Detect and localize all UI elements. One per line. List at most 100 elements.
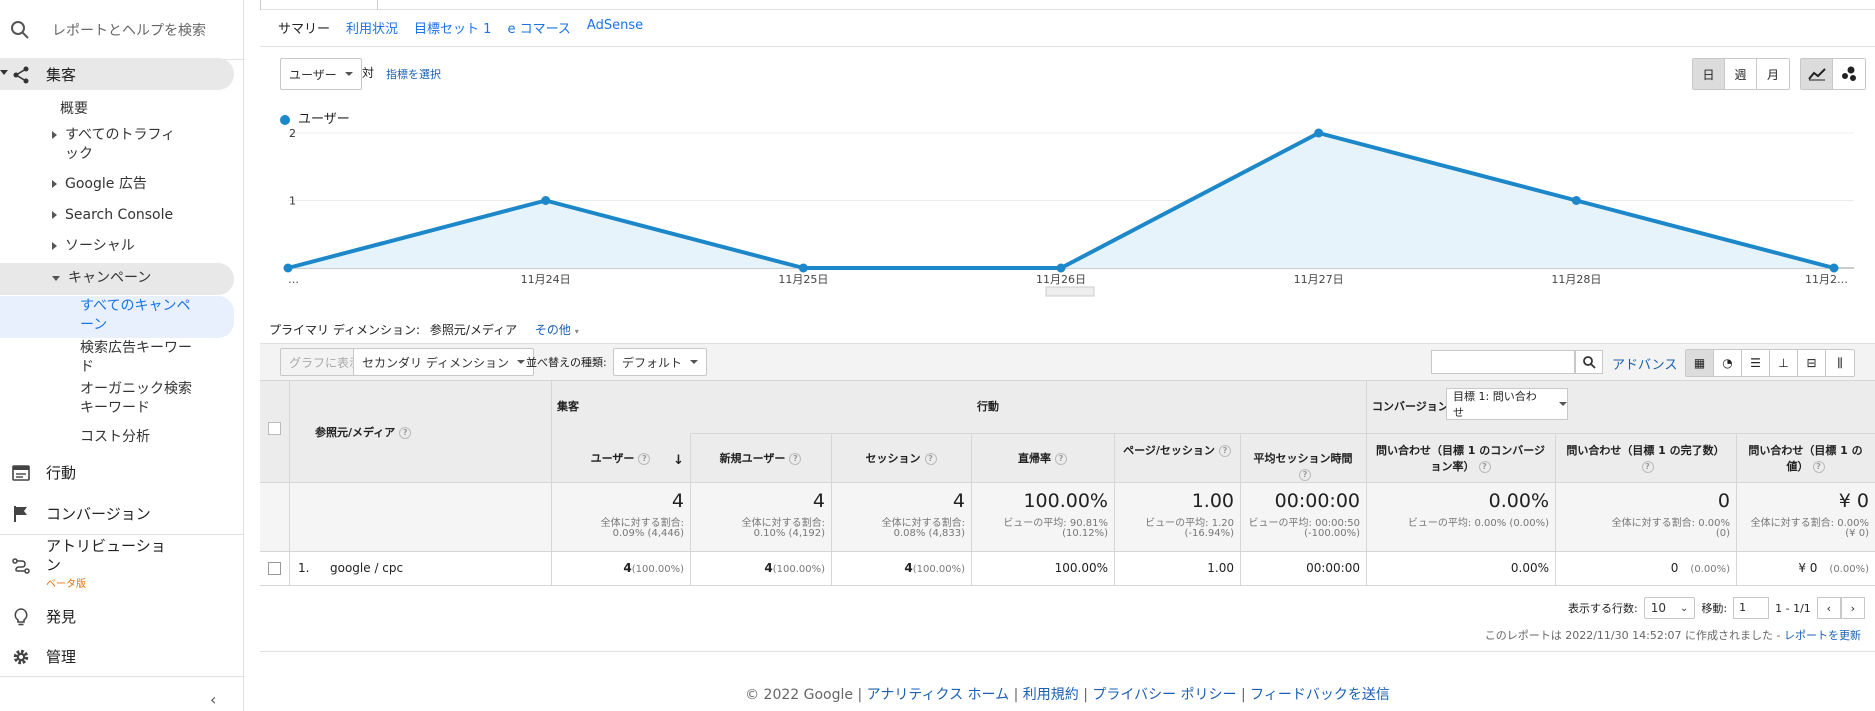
term-cloud-view-icon[interactable]: ⊟ [1798, 350, 1826, 376]
performance-view-icon[interactable]: ☰ [1742, 350, 1770, 376]
nav-all-campaigns-label-2: ーン [80, 317, 108, 333]
nav-all-traffic[interactable]: すべてのトラフィ ック [52, 126, 175, 164]
footer-link-privacy[interactable]: プライバシー ポリシー [1092, 687, 1236, 703]
help-icon[interactable]: ? [789, 453, 802, 465]
total-subtext: (0) [1715, 528, 1730, 539]
pivot-view-icon[interactable]: ⫼ [1826, 350, 1854, 376]
help-icon[interactable]: ? [1299, 469, 1311, 481]
nav-all-campaigns[interactable]: すべてのキャンペ ーン [80, 297, 190, 335]
row-dimension-value[interactable]: google / cpc [330, 561, 530, 575]
nav-google-ads[interactable]: Google 広告 [52, 175, 147, 194]
caret-right-icon [52, 131, 57, 139]
period-month[interactable]: 月 [1757, 59, 1789, 89]
chevron-down-icon [344, 72, 353, 76]
help-icon[interactable]: ? [1218, 445, 1231, 457]
tab-summary[interactable]: サマリー [278, 18, 330, 37]
nav-attribution[interactable]: アトリビューション ベータ版 [0, 537, 244, 593]
nav-overview[interactable]: 概要 [60, 100, 88, 119]
sort-type-select[interactable]: デフォルト [613, 348, 708, 376]
caret-down-icon [0, 70, 8, 75]
help-icon[interactable]: ? [1055, 453, 1067, 465]
footer-link-feedback[interactable]: フィードバックを送信 [1250, 687, 1390, 703]
comparison-view-icon[interactable]: ⊥ [1770, 350, 1798, 376]
report-note: このレポートは 2022/11/30 14:52:07 に作成されました - [1484, 629, 1781, 642]
column-divider [1114, 433, 1115, 585]
metric-column-header[interactable]: ユーザー? ↓ [557, 451, 684, 469]
metric-select[interactable]: ユーザー [280, 58, 362, 90]
total-subtext: ビューの平均: 1.20 [1145, 518, 1234, 529]
metric-column-header[interactable]: 直帰率? [977, 451, 1108, 467]
nav-conversions-label: コンバージョン [46, 504, 151, 523]
metric-column-header[interactable]: 問い合わせ（目標 1 のコンバージョン率）? [1372, 443, 1549, 475]
metric-column-header[interactable]: 平均セッション時間? [1246, 451, 1360, 483]
sort-type-label: 並べ替えの種類: [526, 356, 607, 369]
advanced-filter-link[interactable]: アドバンス [1612, 354, 1677, 373]
row-value-number: 00:00:00 [1306, 561, 1360, 575]
search-icon [1582, 355, 1596, 369]
select-metric-link[interactable]: 指標を選択 [386, 66, 441, 82]
help-icon[interactable]: ? [1812, 461, 1825, 473]
secondary-dimension-select[interactable]: セカンダリ ディメンション [353, 348, 534, 376]
nav-paid-keywords[interactable]: 検索広告キーワード [80, 339, 192, 377]
metric-column-header[interactable]: 問い合わせ（目標 1 の値）? [1742, 443, 1869, 475]
help-icon[interactable]: ? [1478, 461, 1491, 473]
tab-goal-set-1[interactable]: 目標セット 1 [414, 18, 491, 37]
metric-column-header[interactable]: 問い合わせ（目標 1 の完了数）? [1561, 443, 1730, 475]
nav-campaigns[interactable]: キャンペーン [52, 269, 151, 288]
row-value: 0.00% [1372, 561, 1549, 575]
data-point [1314, 128, 1324, 138]
help-icon[interactable]: ? [638, 453, 651, 465]
column-divider [1736, 433, 1737, 585]
nav-organic-keywords-label-2: キーワード [80, 400, 150, 416]
goto-input[interactable]: 1 [1733, 597, 1770, 619]
row-value-number: ¥ 0 [1798, 561, 1818, 575]
tab-adsense[interactable]: AdSense [587, 18, 643, 37]
next-page-button[interactable]: › [1840, 597, 1865, 619]
beta-badge: ベータ版 [46, 579, 86, 590]
row-value-number: 4 [623, 561, 632, 575]
tab-ecommerce[interactable]: e コマース [507, 18, 570, 37]
nav-organic-keywords[interactable]: オーガニック検索 キーワード [80, 380, 192, 418]
sidebar-search[interactable]: レポートとヘルプを検索 [0, 0, 244, 60]
table-search-button[interactable] [1575, 350, 1603, 374]
row-checkbox[interactable] [268, 562, 281, 575]
refresh-report-link[interactable]: レポートを更新 [1784, 629, 1861, 642]
nav-social[interactable]: ソーシャル [52, 237, 135, 256]
nav-cost-analysis[interactable]: コスト分析 [80, 428, 150, 447]
table-search-input[interactable] [1431, 350, 1575, 374]
row-value-percent: (0.00%) [1690, 564, 1730, 575]
motion-chart-icon[interactable] [1833, 59, 1865, 89]
help-icon[interactable]: ? [1641, 461, 1654, 473]
metric-column-header-label: ページ/セッション [1123, 444, 1215, 457]
sidebar-divider [0, 534, 244, 535]
select-all-checkbox[interactable] [268, 422, 281, 435]
metric-column-header-label: 新規ユーザー [719, 452, 786, 465]
rows-select[interactable]: 10 ⌄ [1643, 597, 1696, 619]
collapse-sidebar-icon[interactable]: ‹ [210, 690, 216, 709]
footer-link-analytics-home[interactable]: アナリティクス ホーム [867, 687, 1010, 703]
dimension-column-header[interactable]: 参照元/メディア? [315, 424, 535, 440]
nav-search-console[interactable]: Search Console [52, 206, 173, 225]
help-icon[interactable]: ? [399, 427, 412, 439]
table-view-icon[interactable]: ▦ [1686, 350, 1714, 376]
goal-select[interactable]: 目標 1: 問い合わせ [1446, 388, 1568, 420]
row-value-number: 0 [1670, 561, 1679, 575]
total-subtext: ビューの平均: 90.81% [1003, 518, 1108, 529]
pie-view-icon[interactable]: ◔ [1714, 350, 1742, 376]
sort-desc-icon[interactable]: ↓ [673, 453, 684, 469]
row-value: 100.00% [977, 561, 1108, 575]
metric-column-header[interactable]: 新規ユーザー? [696, 451, 825, 467]
caret-down-icon [52, 275, 60, 281]
period-day[interactable]: 日 [1693, 59, 1725, 89]
prev-page-button[interactable]: ‹ [1816, 597, 1841, 619]
metric-column-header[interactable]: ページ/セッション? [1120, 443, 1234, 459]
tab-usage[interactable]: 利用状況 [346, 18, 398, 37]
footer-link-terms[interactable]: 利用規約 [1023, 687, 1079, 703]
other-dimension-link[interactable]: その他 ▾ [535, 323, 579, 337]
gear-icon [12, 648, 30, 666]
row-value-percent: (100.00%) [631, 564, 684, 575]
line-chart-icon[interactable] [1801, 59, 1833, 89]
help-icon[interactable]: ? [924, 453, 937, 465]
period-week[interactable]: 週 [1725, 59, 1757, 89]
metric-column-header[interactable]: セッション? [837, 451, 965, 467]
